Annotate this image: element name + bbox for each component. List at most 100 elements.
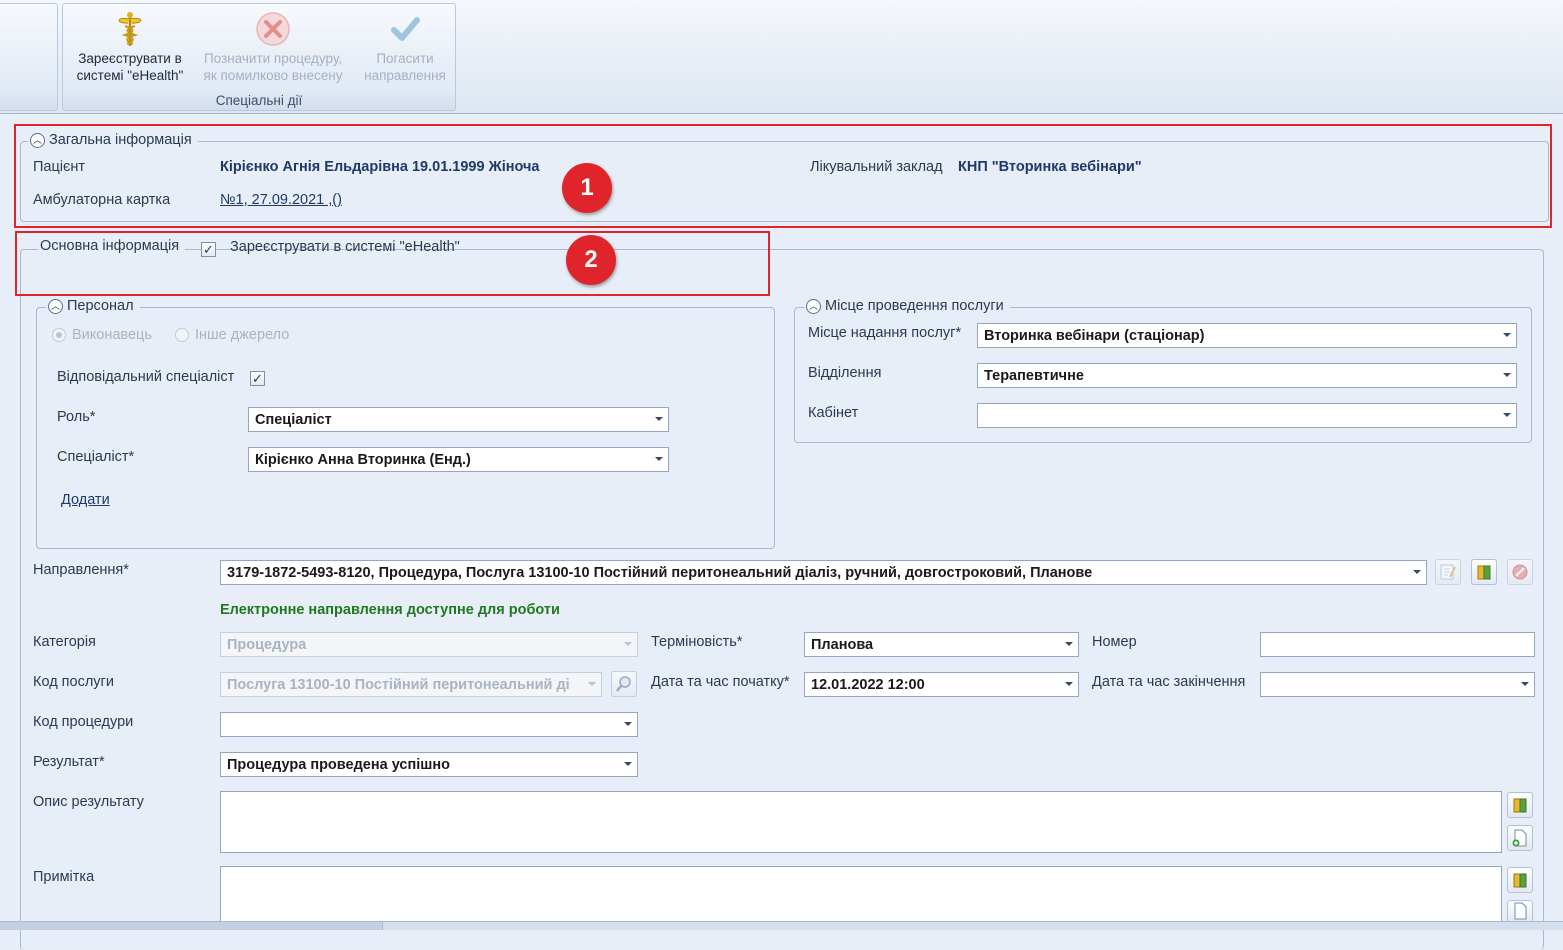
referral-value: 3179-1872-5493-8120, Процедура, Послуга … bbox=[227, 565, 1093, 581]
ribbon-group-label: Спеціальні дії bbox=[215, 93, 303, 108]
result-label: Результат* bbox=[33, 754, 105, 770]
service-place-legend[interactable]: ︿ Місце проведення послуги bbox=[804, 298, 1010, 314]
result-template-button[interactable] bbox=[1507, 792, 1533, 818]
book-icon bbox=[1513, 798, 1527, 813]
end-datetime-label: Дата та час закінчення bbox=[1092, 674, 1246, 690]
referral-select[interactable]: 3179-1872-5493-8120, Процедура, Послуга … bbox=[220, 560, 1427, 585]
start-datetime-select[interactable]: 12.01.2022 12:00 bbox=[804, 672, 1079, 697]
chevron-down-icon bbox=[1503, 373, 1511, 377]
department-select[interactable]: Терапевтичне bbox=[977, 363, 1517, 388]
no-entry-icon bbox=[1512, 564, 1528, 580]
note-label: Примітка bbox=[33, 869, 95, 885]
ribbon-group-special-actions: Зареєструвати в системі "eHealth" Познач… bbox=[62, 3, 456, 111]
mark-erroneous-label-1: Позначити процедуру, bbox=[203, 51, 343, 66]
cabinet-select[interactable] bbox=[977, 403, 1517, 428]
chevron-down-icon bbox=[655, 457, 663, 461]
caduceus-icon bbox=[111, 10, 149, 48]
chevron-down-icon bbox=[1065, 682, 1073, 686]
department-label: Відділення bbox=[808, 365, 882, 381]
chevron-down-icon bbox=[1065, 642, 1073, 646]
role-value: Спеціаліст bbox=[255, 412, 332, 428]
note-add-document-button[interactable] bbox=[1507, 900, 1533, 922]
specialist-select[interactable]: Кірієнко Анна Вторинка (Енд.) bbox=[248, 447, 669, 472]
personnel-legend[interactable]: ︿ Персонал bbox=[46, 298, 140, 314]
service-place-select[interactable]: Вторинка вебінари (стаціонар) bbox=[977, 323, 1517, 348]
responsible-specialist-label: Відповідальний спеціаліст bbox=[57, 369, 235, 385]
collapse-icon[interactable]: ︿ bbox=[806, 298, 821, 314]
chevron-down-icon bbox=[624, 762, 632, 766]
specialist-value: Кірієнко Анна Вторинка (Енд.) bbox=[255, 452, 471, 468]
chevron-down-icon bbox=[1503, 413, 1511, 417]
number-input[interactable] bbox=[1260, 632, 1535, 657]
urgency-select[interactable]: Планова bbox=[804, 632, 1079, 657]
chevron-down-icon bbox=[655, 417, 663, 421]
search-icon bbox=[616, 676, 631, 692]
number-label: Номер bbox=[1092, 634, 1137, 650]
urgency-value: Планова bbox=[811, 637, 874, 653]
highlight-box-2 bbox=[15, 231, 770, 296]
add-document-icon bbox=[1514, 902, 1527, 920]
start-datetime-label: Дата та час початку* bbox=[651, 674, 790, 690]
annotation-badge-2: 2 bbox=[566, 235, 616, 285]
result-description-textarea[interactable] bbox=[220, 791, 1502, 853]
radio-other-source-label: Інше джерело bbox=[195, 327, 290, 343]
note-textarea[interactable] bbox=[220, 866, 1502, 928]
end-datetime-select[interactable] bbox=[1260, 672, 1535, 697]
start-datetime-value: 12.01.2022 12:00 bbox=[811, 677, 925, 693]
result-add-document-button[interactable] bbox=[1507, 825, 1533, 851]
service-code-select[interactable]: Послуга 13100-10 Постійний перитонеальни… bbox=[220, 672, 602, 697]
procedure-code-label: Код процедури bbox=[33, 714, 134, 730]
chevron-down-icon bbox=[1503, 333, 1511, 337]
chevron-down-icon bbox=[588, 682, 596, 686]
open-book-button[interactable] bbox=[1471, 559, 1497, 585]
service-code-value: Послуга 13100-10 Постійний перитонеальни… bbox=[227, 677, 570, 693]
repay-referral-button[interactable]: Погасити направлення bbox=[355, 10, 455, 84]
service-code-label: Код послуги bbox=[33, 674, 114, 690]
role-label: Роль* bbox=[57, 409, 96, 425]
department-value: Терапевтичне bbox=[984, 368, 1084, 384]
register-ehealth-label-1: Зареєструвати в bbox=[78, 51, 182, 66]
register-ehealth-button[interactable]: Зареєструвати в системі "eHealth" bbox=[67, 10, 193, 84]
result-description-label: Опис результату bbox=[33, 794, 144, 810]
category-label: Категорія bbox=[33, 634, 96, 650]
radio-other-source[interactable] bbox=[175, 328, 189, 342]
procedure-code-select[interactable] bbox=[220, 712, 638, 737]
service-place-title: Місце проведення послуги bbox=[825, 298, 1004, 314]
result-select[interactable]: Процедура проведена успішно bbox=[220, 752, 638, 777]
cabinet-label: Кабінет bbox=[808, 405, 859, 421]
annotation-badge-1: 1 bbox=[562, 163, 612, 213]
referral-status-text: Електронне направлення доступне для робо… bbox=[220, 602, 560, 618]
radio-executor-label: Виконавець bbox=[72, 327, 152, 343]
cancel-referral-button[interactable] bbox=[1507, 559, 1533, 585]
book-icon bbox=[1513, 873, 1527, 888]
role-select[interactable]: Спеціаліст bbox=[248, 407, 669, 432]
note-template-button[interactable] bbox=[1507, 867, 1533, 893]
search-service-button[interactable] bbox=[611, 671, 637, 697]
chevron-down-icon bbox=[1413, 570, 1421, 574]
radio-executor[interactable] bbox=[52, 328, 66, 342]
responsible-specialist-checkbox[interactable]: ✓ bbox=[250, 371, 265, 386]
collapse-icon[interactable]: ︿ bbox=[48, 298, 63, 314]
add-personnel-link[interactable]: Додати bbox=[61, 492, 110, 508]
urgency-label: Терміновість* bbox=[651, 634, 743, 650]
service-place-label: Місце надання послуг* bbox=[808, 325, 962, 341]
category-select[interactable]: Процедура bbox=[220, 632, 638, 657]
ribbon-group-previous bbox=[0, 3, 58, 111]
highlight-box-1 bbox=[14, 124, 1552, 228]
category-value: Процедура bbox=[227, 637, 307, 653]
referral-label: Направлення* bbox=[33, 562, 129, 578]
repay-referral-label-2: направлення bbox=[364, 68, 446, 83]
edit-referral-button[interactable] bbox=[1435, 559, 1461, 585]
edit-icon bbox=[1440, 564, 1456, 580]
result-value: Процедура проведена успішно bbox=[227, 757, 450, 773]
personnel-title: Персонал bbox=[67, 298, 134, 314]
specialist-label: Спеціаліст* bbox=[57, 449, 135, 465]
register-ehealth-label-2: системі "eHealth" bbox=[76, 68, 184, 83]
checkmark-icon bbox=[386, 10, 424, 48]
chevron-down-icon bbox=[624, 722, 632, 726]
mark-erroneous-button[interactable]: Позначити процедуру, як помилково внесен… bbox=[193, 10, 353, 84]
ribbon-toolbar: Зареєструвати в системі "eHealth" Познач… bbox=[0, 0, 1563, 114]
repay-referral-label-1: Погасити bbox=[376, 51, 434, 66]
book-icon bbox=[1477, 565, 1491, 580]
service-place-value: Вторинка вебінари (стаціонар) bbox=[984, 328, 1205, 344]
